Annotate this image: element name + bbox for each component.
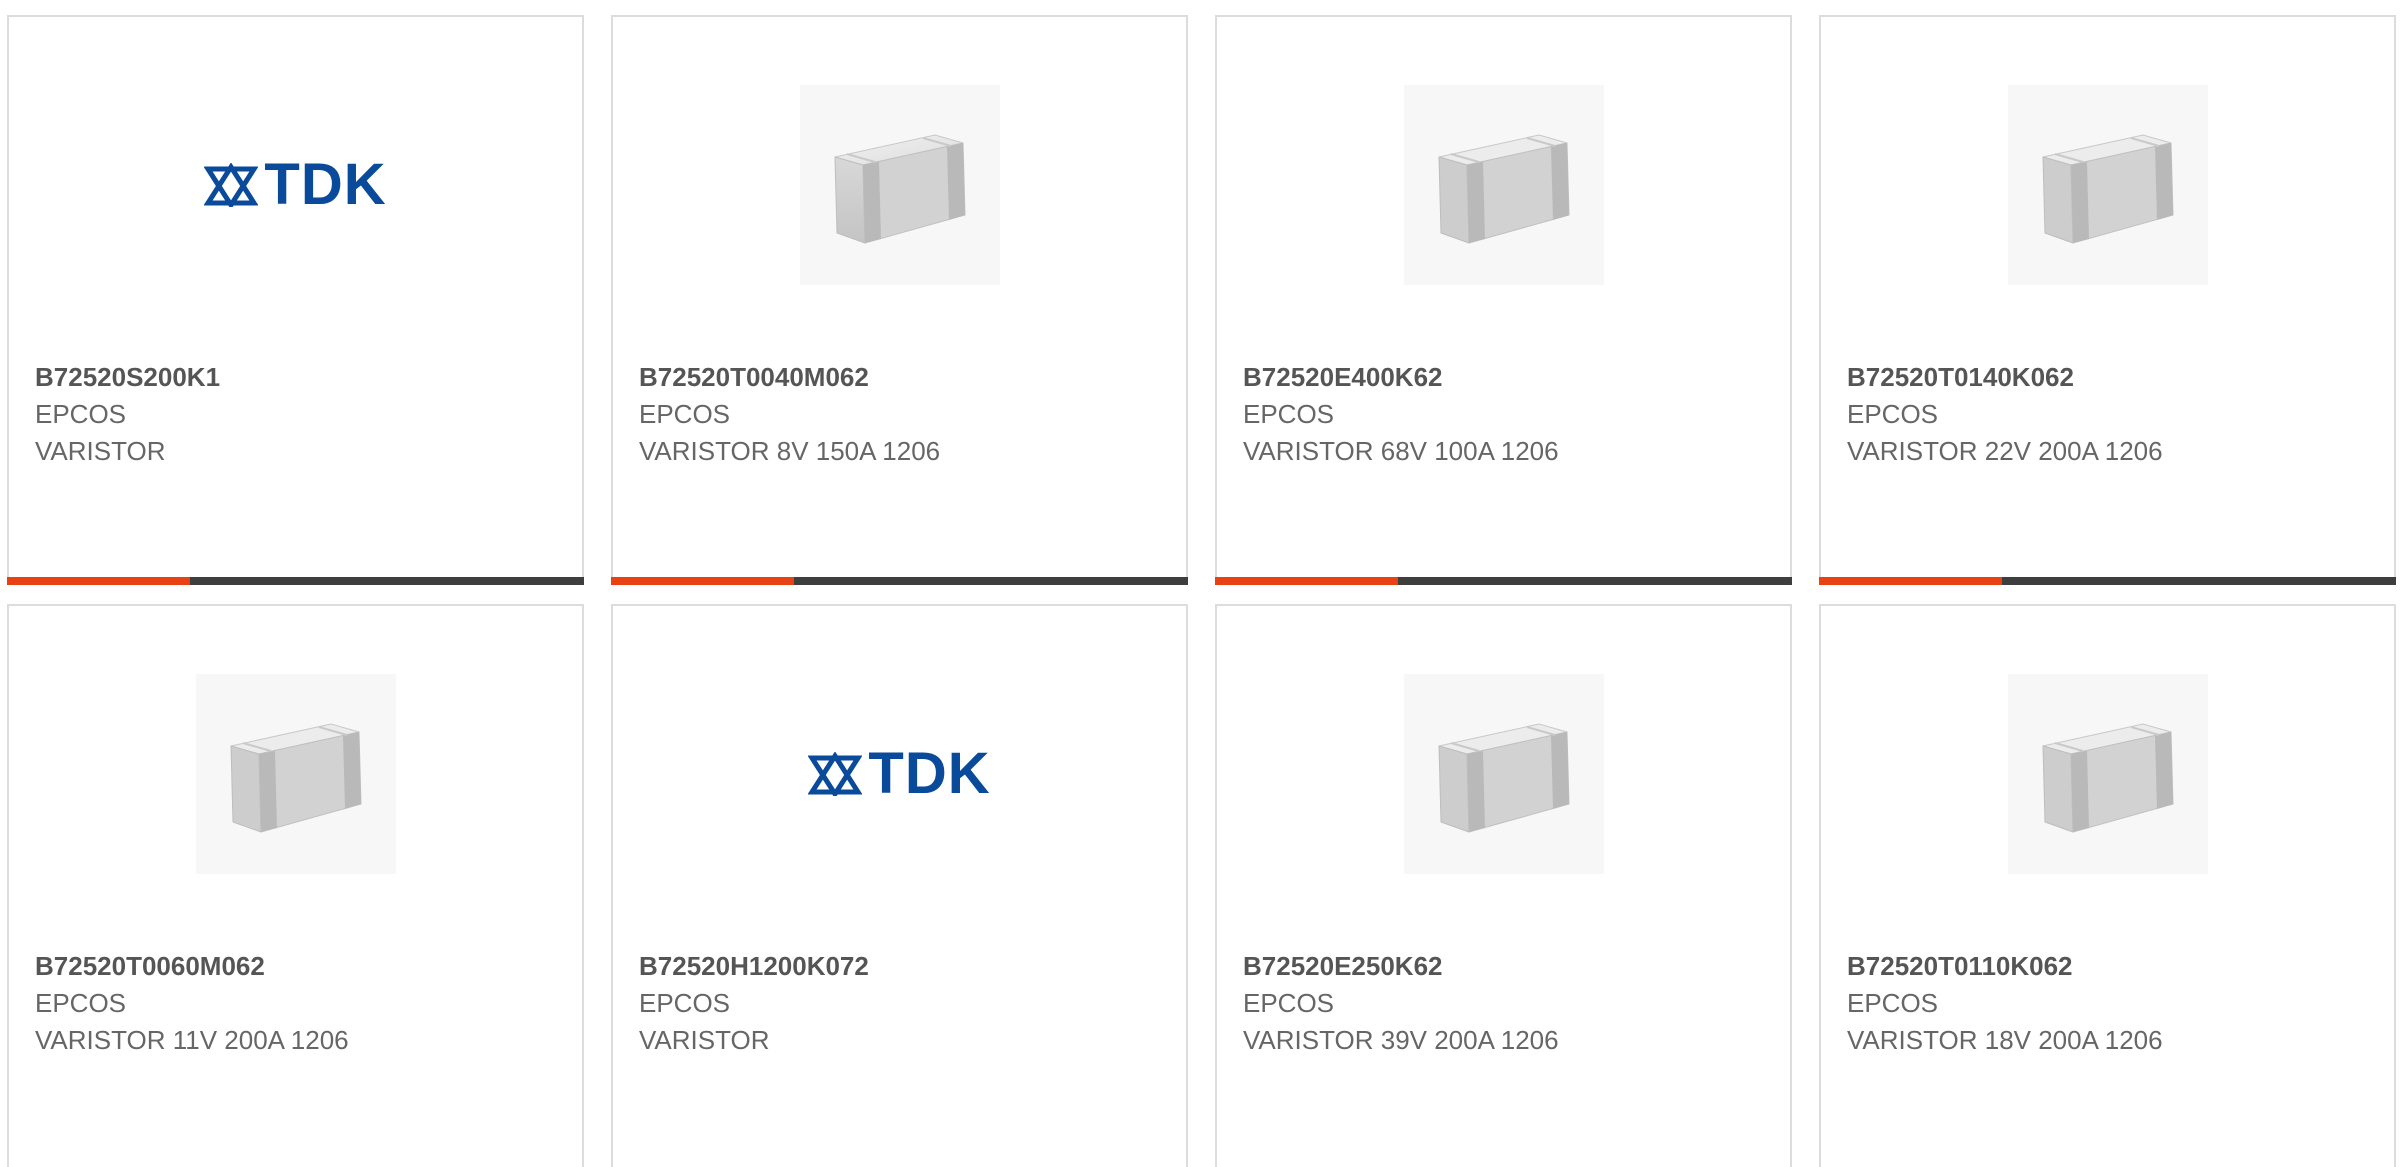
part-number[interactable]: B72520T0110K062: [1847, 948, 2374, 985]
accent-bar: [611, 577, 794, 585]
tdk-logo: TDK: [808, 740, 991, 806]
varistor-chip-image: [2007, 84, 2208, 285]
product-description: VARISTOR: [35, 436, 166, 466]
card-footer-bar: [1215, 577, 1792, 585]
varistor-chip-image: [799, 84, 1000, 285]
product-description: VARISTOR 22V 200A 1206: [1847, 436, 2163, 466]
product-description: VARISTOR 39V 200A 1206: [1243, 1025, 1559, 1055]
product-image[interactable]: [1821, 671, 2394, 876]
part-number[interactable]: B72520S200K1: [35, 359, 562, 396]
part-number[interactable]: B72520E400K62: [1243, 359, 1770, 396]
accent-bar: [1819, 577, 2002, 585]
product-image[interactable]: [9, 671, 582, 876]
brand-name: EPCOS: [639, 988, 731, 1018]
product-description: VARISTOR 8V 150A 1206: [639, 436, 941, 466]
product-image[interactable]: [1821, 82, 2394, 287]
product-card[interactable]: TDK B72520H1200K072 EPCOS VARISTOR: [611, 604, 1188, 1167]
product-description: VARISTOR 68V 100A 1206: [1243, 436, 1559, 466]
varistor-chip-image: [195, 673, 396, 874]
product-description: VARISTOR: [639, 1025, 770, 1055]
brand-name: EPCOS: [35, 988, 127, 1018]
part-number[interactable]: B72520H1200K072: [639, 948, 1166, 985]
product-description: VARISTOR 11V 200A 1206: [35, 1025, 349, 1055]
product-card[interactable]: B72520E250K62 EPCOS VARISTOR 39V 200A 12…: [1215, 604, 1792, 1167]
card-footer-bar: [1819, 577, 2396, 585]
part-number[interactable]: B72520T0060M062: [35, 948, 562, 985]
product-card[interactable]: B72520T0110K062 EPCOS VARISTOR 18V 200A …: [1819, 604, 2396, 1167]
tdk-emblem-icon: [204, 162, 259, 207]
brand-name: EPCOS: [1847, 988, 1939, 1018]
tdk-logo: TDK: [204, 151, 387, 217]
product-card[interactable]: B72520T0040M062 EPCOS VARISTOR 8V 150A 1…: [611, 15, 1188, 585]
part-number[interactable]: B72520E250K62: [1243, 948, 1770, 985]
varistor-chip-image: [2007, 673, 2208, 874]
part-number[interactable]: B72520T0140K062: [1847, 359, 2374, 396]
tdk-logo-text: TDK: [264, 151, 387, 217]
product-card[interactable]: TDK B72520S200K1 EPCOS VARISTOR: [7, 15, 584, 585]
part-number[interactable]: B72520T0040M062: [639, 359, 1166, 396]
varistor-chip-image: [1403, 84, 1604, 285]
product-card[interactable]: B72520T0060M062 EPCOS VARISTOR 11V 200A …: [7, 604, 584, 1167]
product-image[interactable]: [613, 82, 1186, 287]
brand-name: EPCOS: [639, 399, 731, 429]
product-card[interactable]: B72520E400K62 EPCOS VARISTOR 68V 100A 12…: [1215, 15, 1792, 585]
card-footer-bar: [7, 577, 584, 585]
product-image[interactable]: TDK: [9, 82, 582, 287]
brand-name: EPCOS: [1847, 399, 1939, 429]
product-description: VARISTOR 18V 200A 1206: [1847, 1025, 2163, 1055]
product-image[interactable]: [1217, 671, 1790, 876]
brand-name: EPCOS: [1243, 399, 1335, 429]
product-image[interactable]: TDK: [613, 671, 1186, 876]
accent-bar: [1215, 577, 1398, 585]
brand-name: EPCOS: [1243, 988, 1335, 1018]
product-grid: TDK B72520S200K1 EPCOS VARISTOR B72520T0…: [0, 0, 2400, 1167]
tdk-emblem-icon: [808, 751, 863, 796]
card-footer-bar: [611, 577, 1188, 585]
product-image[interactable]: [1217, 82, 1790, 287]
accent-bar: [7, 577, 190, 585]
brand-name: EPCOS: [35, 399, 127, 429]
tdk-logo-text: TDK: [868, 740, 991, 806]
varistor-chip-image: [1403, 673, 1604, 874]
product-card[interactable]: B72520T0140K062 EPCOS VARISTOR 22V 200A …: [1819, 15, 2396, 585]
